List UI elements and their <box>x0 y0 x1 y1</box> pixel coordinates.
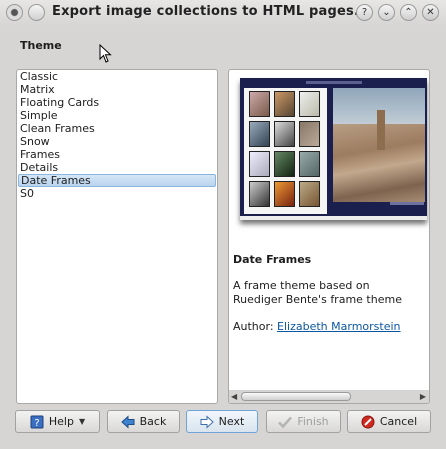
help-icon[interactable]: ? <box>356 4 373 21</box>
back-button-label: Back <box>139 415 167 428</box>
cancel-icon <box>361 415 375 428</box>
cancel-button[interactable]: Cancel <box>347 410 431 433</box>
help-button[interactable]: ? Help ▼ <box>15 410 100 433</box>
theme-list[interactable]: Classic Matrix Floating Cards Simple Cle… <box>16 69 218 404</box>
theme-item-matrix[interactable]: Matrix <box>17 83 217 96</box>
theme-item-simple[interactable]: Simple <box>17 109 217 122</box>
theme-item-clean-frames[interactable]: Clean Frames <box>17 122 217 135</box>
theme-preview-image <box>240 78 427 220</box>
theme-item-date-frames[interactable]: Date Frames <box>18 174 216 187</box>
finish-button-label: Finish <box>297 415 329 428</box>
arrow-left-icon <box>120 414 135 429</box>
help-book-icon: ? <box>30 415 44 429</box>
close-icon[interactable]: ✕ <box>422 4 439 21</box>
author-line: Author: Elizabeth Marmorstein <box>233 320 401 333</box>
window-menu-icon[interactable] <box>6 4 23 21</box>
section-title: Theme <box>20 39 62 52</box>
sticky-icon[interactable] <box>28 4 45 21</box>
scroll-left-icon[interactable]: ◀ <box>231 392 237 401</box>
preview-description: A frame theme based on Ruediger Bente's … <box>233 279 402 306</box>
preview-theme-title: Date Frames <box>233 253 312 266</box>
back-button[interactable]: Back <box>107 410 180 433</box>
author-link[interactable]: Elizabeth Marmorstein <box>277 320 400 333</box>
theme-item-frames[interactable]: Frames <box>17 148 217 161</box>
minimize-icon[interactable]: ⌄ <box>378 4 395 21</box>
cancel-button-label: Cancel <box>379 415 418 428</box>
theme-item-s0[interactable]: S0 <box>17 187 217 200</box>
checkmark-icon <box>278 416 293 428</box>
next-button[interactable]: Next <box>186 410 258 433</box>
export-dialog: Export image collections to HTML pages..… <box>0 0 446 449</box>
scrollbar-thumb[interactable] <box>241 392 351 401</box>
horizontal-scrollbar[interactable]: ◀ ▶ <box>229 390 429 403</box>
svg-text:?: ? <box>34 418 39 429</box>
chevron-down-icon: ▼ <box>78 417 86 426</box>
author-label: Author: <box>233 320 274 333</box>
next-button-label: Next <box>218 415 245 428</box>
theme-item-snow[interactable]: Snow <box>17 135 217 148</box>
maximize-icon[interactable]: ⌃ <box>400 4 417 21</box>
theme-item-floating-cards[interactable]: Floating Cards <box>17 96 217 109</box>
arrow-right-icon <box>200 414 214 429</box>
help-button-label: Help <box>48 415 74 428</box>
mouse-pointer-icon <box>99 44 112 63</box>
theme-preview-panel: Date Frames A frame theme based on Ruedi… <box>228 69 430 404</box>
theme-item-details[interactable]: Details <box>17 161 217 174</box>
scroll-right-icon[interactable]: ▶ <box>420 392 426 401</box>
finish-button[interactable]: Finish <box>266 410 341 433</box>
theme-item-classic[interactable]: Classic <box>17 70 217 83</box>
window-title: Export image collections to HTML pages..… <box>52 4 370 19</box>
title-bar: Export image collections to HTML pages..… <box>0 0 446 26</box>
